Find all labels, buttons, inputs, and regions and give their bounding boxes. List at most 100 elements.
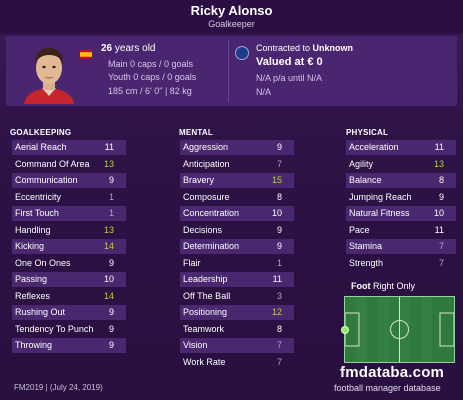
attribute-label: Composure [183,191,230,202]
height-weight: 185 cm / 6' 0" | 82 kg [108,86,192,96]
attribute-value: 15 [271,175,282,185]
physical-attributes: Acceleration 11 Agility 13 Balance 8 Jumping R… [346,140,456,272]
attribute-label: Teamwork [183,323,225,334]
site-tagline: football manager database [334,383,441,393]
attribute-value: 9 [108,257,114,268]
attribute-value: 9 [108,323,114,334]
attribute-label: One On Ones [15,257,71,268]
attribute-value: 7 [276,158,282,169]
info-divider [228,40,229,102]
attribute-label: Command Of Area [15,158,90,169]
attribute-label: Concentration [183,208,240,218]
attribute-label: Determination [183,241,240,251]
attribute-value: 13 [103,224,114,235]
attribute-label: Bravery [183,175,215,185]
extra-info: N/A [256,87,272,97]
attribute-value: 10 [433,208,444,218]
attribute-label: Aggression [183,142,229,152]
attribute-value: 8 [276,323,282,334]
youth-caps: Youth 0 caps / 0 goals [108,72,197,82]
attribute-row: Positioning 12 [180,305,294,320]
attribute-row: Balance 8 [346,173,456,188]
attribute-value: 13 [103,158,114,169]
attribute-row: Agility 13 [346,157,456,172]
foot-value: Right Only [373,281,416,291]
attribute-value: 7 [438,241,444,251]
attribute-label: Agility [349,158,374,169]
attribute-value: 7 [276,356,282,367]
attribute-value: 9 [276,224,282,235]
attribute-label: Eccentricity [15,191,62,202]
attribute-label: Rushing Out [15,307,66,317]
attribute-row: Work Rate 7 [180,355,294,370]
attribute-label: Tendency To Punch [15,323,94,334]
attribute-label: Decisions [183,224,223,235]
player-info-panel: 26 years old Main 0 caps / 0 goals Youth… [6,36,457,106]
attribute-label: Passing [15,274,48,284]
attribute-label: Communication [15,175,78,185]
attribute-value: 11 [434,142,444,152]
attribute-row: Anticipation 7 [180,157,294,172]
player-name: Ricky Alonso [190,3,273,18]
attribute-label: Reflexes [15,290,51,301]
pitch-markings [345,297,454,362]
attribute-value: 12 [271,307,282,317]
wage-info: N/A p/a until N/A [256,73,323,83]
attribute-value: 11 [272,274,282,284]
position-pitch [341,296,455,363]
attribute-label: Vision [183,340,208,350]
attribute-label: Pace [349,224,370,235]
attribute-row: Stamina 7 [346,239,456,254]
attribute-value: 14 [103,290,114,301]
attribute-label: Throwing [15,340,53,350]
attribute-value: 11 [104,142,114,152]
attribute-value: 1 [108,191,114,202]
attribute-row: Composure 8 [180,190,294,205]
goalkeeping-attributes: Aerial Reach 11 Command Of Area 13 Communica… [12,140,126,355]
attribute-row: Kicking 14 [12,239,126,254]
attribute-label: Handling [15,224,51,235]
attribute-label: Off The Ball [183,290,231,301]
attribute-row: Jumping Reach 9 [346,190,456,205]
attribute-label: Acceleration [349,142,399,152]
attribute-value: 8 [276,191,282,202]
attribute-row: Vision 7 [180,338,294,353]
goalkeeper-position-marker [341,326,349,334]
attribute-label: Natural Fitness [349,208,410,218]
preferred-foot: Foot Right Only [351,281,415,291]
attribute-row: Flair 1 [180,256,294,271]
attribute-value: 1 [108,208,114,218]
attribute-label: Strength [349,257,384,268]
attribute-row: First Touch 1 [12,206,126,221]
attribute-label: Aerial Reach [15,142,67,152]
attribute-row: Handling 13 [12,223,126,238]
attribute-value: 9 [108,340,114,350]
mental-attributes: Aggression 9 Anticipation 7 Bravery 15 Composu… [180,140,294,371]
section-title-mental: MENTAL [179,128,213,137]
attribute-row: Aerial Reach 11 [12,140,126,155]
player-value: Valued at € 0 [256,56,323,68]
age-number: 26 [101,43,113,54]
attribute-label: Kicking [15,241,45,251]
attribute-value: 11 [434,224,444,235]
attribute-label: Anticipation [183,158,230,169]
globe-icon [235,46,249,60]
attribute-label: First Touch [15,208,59,218]
attribute-value: 14 [103,241,114,251]
attribute-row: Passing 10 [12,272,126,287]
section-title-physical: PHYSICAL [346,128,389,137]
attribute-value: 1 [276,257,282,268]
attribute-row: Bravery 15 [180,173,294,188]
attribute-value: 8 [438,175,444,185]
attribute-row: Communication 9 [12,173,126,188]
spain-flag-icon [80,46,92,59]
attribute-row: Concentration 10 [180,206,294,221]
attribute-row: Reflexes 14 [12,289,126,304]
attribute-row: Natural Fitness 10 [346,206,456,221]
age-suffix: years old [112,43,156,54]
attribute-row: Eccentricity 1 [12,190,126,205]
site-brand[interactable]: fmdataba.com [340,364,444,381]
attribute-value: 9 [108,307,114,317]
foot-label: Foot [351,281,371,291]
attribute-row: Command Of Area 13 [12,157,126,172]
